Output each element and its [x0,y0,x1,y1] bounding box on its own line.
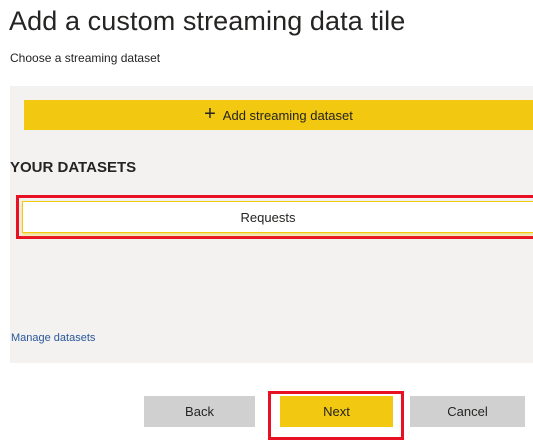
dataset-item-requests[interactable]: Requests [22,201,533,233]
add-streaming-dataset-button[interactable]: + Add streaming dataset [24,100,533,130]
page-title: Add a custom streaming data tile [9,6,406,36]
cancel-button[interactable]: Cancel [410,396,525,427]
dataset-item-label: Requests [240,209,296,225]
dataset-panel: + Add streaming dataset YOUR DATASETS Re… [10,86,533,363]
add-streaming-dataset-label: Add streaming dataset [222,107,353,123]
your-datasets-heading: YOUR DATASETS [10,159,137,176]
back-button-label: Back [185,404,214,419]
back-button[interactable]: Back [144,396,255,427]
next-button-label: Next [323,404,350,419]
cancel-button-label: Cancel [447,404,488,419]
page-subtitle: Choose a streaming dataset [10,51,161,65]
dataset-highlight-box: Requests [16,195,533,239]
plus-icon: + [204,103,216,125]
next-button[interactable]: Next [280,396,393,427]
manage-datasets-link[interactable]: Manage datasets [11,332,95,344]
